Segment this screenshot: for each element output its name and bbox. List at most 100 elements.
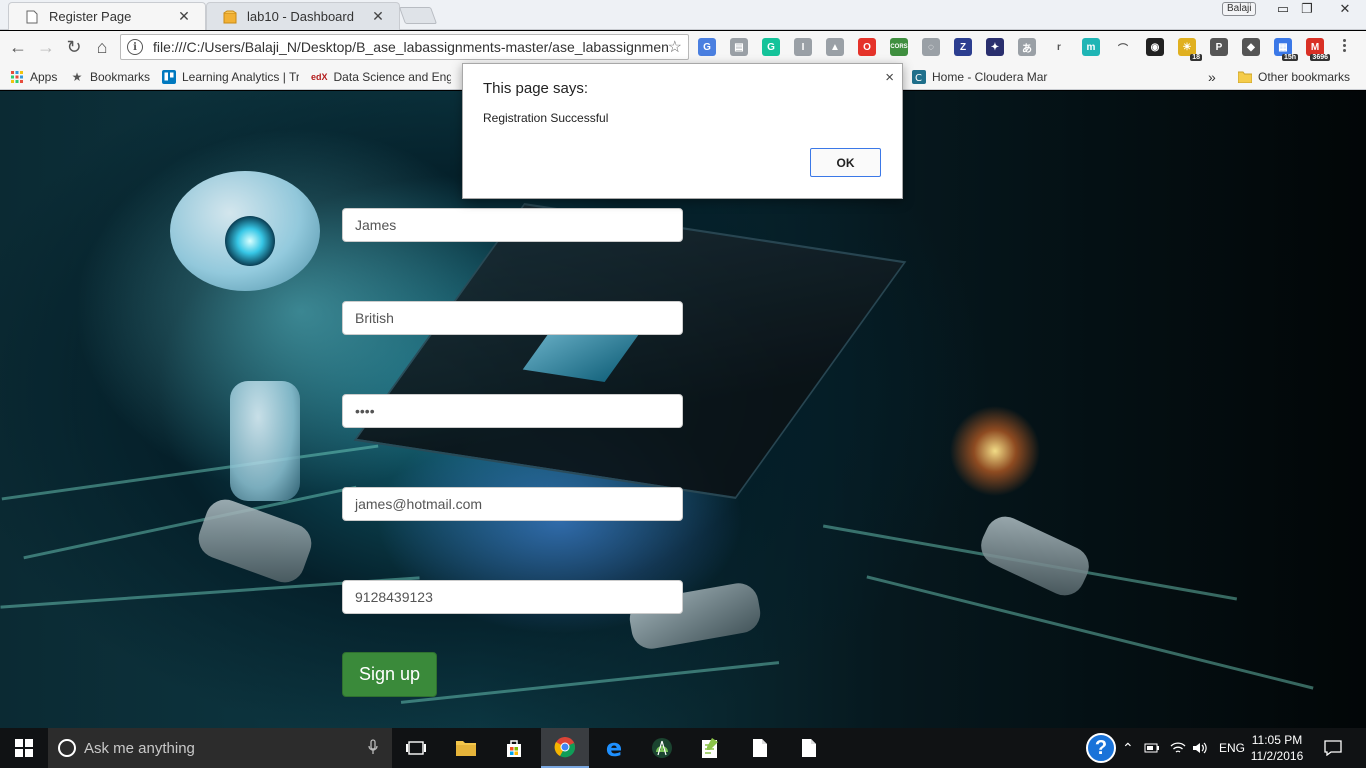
edx-icon: edX [311,72,328,82]
page-icon [25,9,39,25]
opera-icon[interactable]: O [858,38,876,56]
puzzle-icon[interactable]: ✦ [986,38,1004,56]
help-icon[interactable]: ? [1086,728,1116,768]
bookmark-label: Bookmarks [90,70,151,84]
color-wheel-icon[interactable]: ◉ [1146,38,1164,56]
volume-icon[interactable] [1192,728,1208,768]
forward-arrow-icon[interactable]: → [34,35,58,59]
cloudera-icon: C [912,70,926,84]
apps-grid-icon [10,70,24,84]
bookmark-cloudera[interactable]: C Home - Cloudera Mar [912,68,1052,86]
sign-up-button[interactable]: Sign up [342,652,437,697]
bookmark-label: Data Science and Eng [333,70,451,84]
tab-lab10-dashboard[interactable]: lab10 - Dashboard ✕ [206,2,400,30]
translator-icon[interactable]: あ [1018,38,1036,56]
wifi-icon[interactable] [1170,728,1186,768]
folder-icon [1238,70,1252,84]
rainbow-icon[interactable]: ⌒ [1114,38,1132,56]
email-input[interactable]: james@hotmail.com [342,487,683,521]
bookmark-label: Learning Analytics | Tr [182,70,299,84]
drive-icon[interactable]: ▲ [826,38,844,56]
back-arrow-icon[interactable]: ← [6,35,30,59]
windows-taskbar: Ask me anything e ? ⌃ ENG 11:05 PM 11/2/… [0,728,1366,768]
first-name-input[interactable]: James [342,208,683,242]
home-icon[interactable]: ⌂ [90,35,114,59]
document-icon[interactable] [785,728,833,768]
close-window-icon[interactable]: ✕ [1325,0,1365,18]
bulb-icon[interactable]: ◆ [1242,38,1260,56]
start-button[interactable] [0,728,48,768]
task-view-icon[interactable] [392,728,440,768]
bookmark-data-science[interactable]: edX Data Science and Eng [311,68,451,86]
last-name-input[interactable]: British [342,301,683,335]
bookmark-label: Other bookmarks [1258,70,1351,84]
clock-time: 11:05 PM [1251,733,1303,747]
calendar-icon[interactable]: ▦ 15h [1274,38,1298,61]
alert-dialog: This page says: × Registration Successfu… [462,63,903,199]
store-icon[interactable] [490,728,538,768]
bookmark-learning-analytics[interactable]: Learning Analytics | Tr [162,68,299,86]
bookmark-bookmarks[interactable]: ★ Bookmarks [70,68,150,86]
ok-button[interactable]: OK [810,148,881,177]
clock-date: 11/2/2016 [1250,749,1304,763]
search-placeholder: Ask me anything [84,739,195,757]
tab-register-page[interactable]: Register Page ✕ [8,2,206,30]
edge-icon[interactable]: e [590,728,638,768]
url-text: file:///C:/Users/Balaji_N/Desktop/B_ase_… [153,39,668,55]
weather-icon[interactable]: ☀ 18 [1178,38,1202,61]
restore-icon[interactable]: ❐ [1292,0,1322,18]
mendeley-icon[interactable]: m [1082,38,1100,56]
cors-icon[interactable]: CORS [890,38,908,56]
box-icon [223,9,237,25]
instapaper-icon[interactable]: I [794,38,812,56]
address-bar[interactable]: i file:///C:/Users/Balaji_N/Desktop/B_as… [120,34,689,60]
reload-icon[interactable]: ↻ [62,35,86,59]
extension-badge: 18 [1190,54,1202,61]
info-icon[interactable]: i [127,39,143,55]
profile-badge[interactable]: Balaji [1222,2,1257,16]
tab-label: lab10 - Dashboard [247,9,354,24]
document-icon[interactable] [736,728,784,768]
trello-icon [162,70,176,84]
file-explorer-icon[interactable] [442,728,490,768]
document-icon[interactable]: ▤ [730,38,748,56]
microphone-icon[interactable] [368,738,378,758]
chrome-icon[interactable] [541,728,589,768]
browser-toolbar: ← → ↻ ⌂ i file:///C:/Users/Balaji_N/Desk… [0,31,1366,63]
chrome-menu-icon[interactable] [1343,39,1346,52]
bookmark-apps[interactable]: Apps [10,68,57,86]
ghost-icon[interactable]: ◌ [922,38,940,56]
dialog-message: Registration Successful [483,111,609,125]
bookmark-other[interactable]: Other bookmarks [1238,68,1350,86]
close-tab-icon[interactable]: ✕ [371,8,385,25]
dialog-title: This page says: [483,80,589,97]
bookmark-label: Home - Cloudera Mar [932,70,1048,84]
system-clock[interactable]: 11:05 PM 11/2/2016 [1244,732,1310,764]
show-hidden-icons[interactable]: ⌃ [1122,728,1134,768]
notepad-plus-icon[interactable] [686,728,734,768]
close-tab-icon[interactable]: ✕ [177,8,191,25]
bookmark-star-icon[interactable]: ☆ [668,37,682,57]
battery-icon[interactable] [1144,728,1160,768]
cortana-icon [58,739,76,757]
star-icon: ★ [71,70,83,84]
tab-strip: Register Page ✕ lab10 - Dashboard ✕ Bala… [0,0,1366,30]
pocket-icon[interactable]: P [1210,38,1228,56]
gmail-icon[interactable]: M 3696 [1306,38,1330,61]
r-icon[interactable]: r [1050,38,1068,56]
action-center-icon[interactable] [1324,728,1342,768]
cortana-search-box[interactable]: Ask me anything [48,728,392,768]
grammarly-icon[interactable]: G [762,38,780,56]
translate-icon[interactable]: G [698,38,716,56]
zotero-icon[interactable]: Z [954,38,972,56]
close-icon[interactable]: × [885,69,894,86]
bookmarks-overflow-button[interactable]: » [1208,68,1216,86]
language-indicator[interactable]: ENG [1219,728,1245,768]
password-input[interactable]: •••• [342,394,683,428]
bookmark-label: Apps [30,70,58,84]
extension-badge: 15h [1281,54,1298,61]
phone-input[interactable]: 9128439123 [342,580,683,614]
tab-label: Register Page [49,9,132,24]
new-tab-button[interactable] [398,7,438,24]
android-studio-icon[interactable] [638,728,686,768]
